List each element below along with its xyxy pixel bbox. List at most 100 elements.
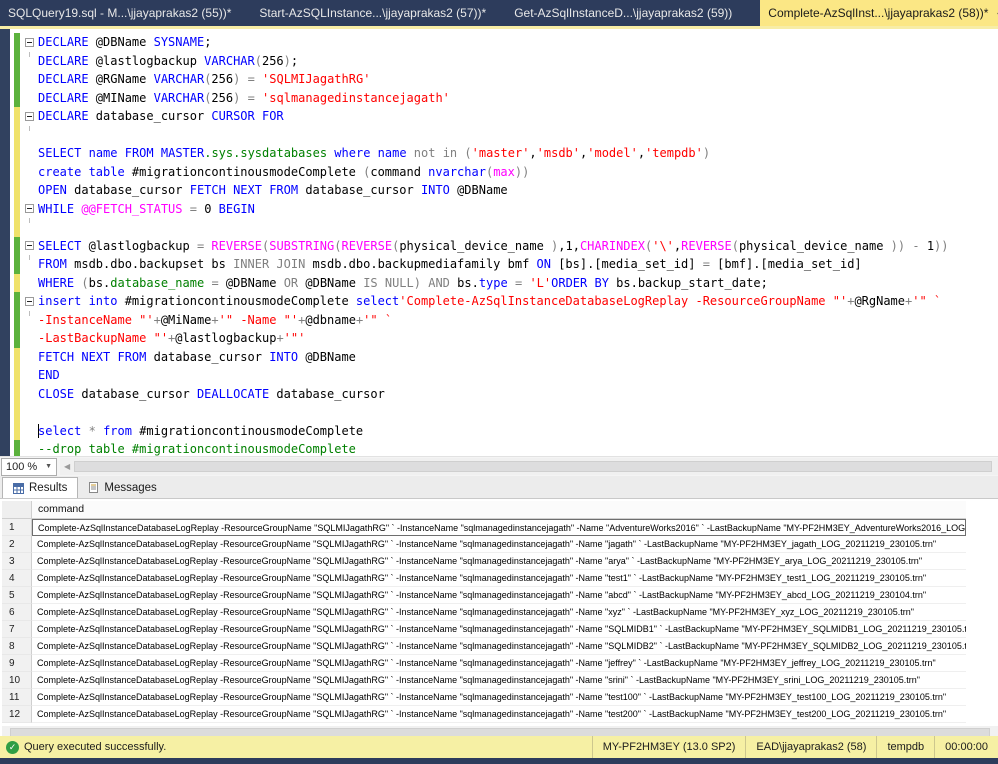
command-cell[interactable]: Complete-AzSqlInstanceDatabaseLogReplay … <box>32 519 966 536</box>
code-line-18[interactable]: FETCH NEXT FROM database_cursor INTO @DB… <box>10 348 998 367</box>
command-cell[interactable]: Complete-AzSqlInstanceDatabaseLogReplay … <box>32 706 966 723</box>
collapse-minus-icon[interactable] <box>25 297 34 306</box>
table-row[interactable]: 9Complete-AzSqlInstanceDatabaseLogReplay… <box>2 655 998 672</box>
code-line-22[interactable]: select * from #migrationcontinousmodeCom… <box>10 422 998 441</box>
command-cell[interactable]: Complete-AzSqlInstanceDatabaseLogReplay … <box>32 553 966 570</box>
code-line-13[interactable]: FROM msdb.dbo.backupset bs INNER JOIN ms… <box>10 255 998 274</box>
grid-horizontal-scrollbar[interactable] <box>2 726 998 736</box>
document-tab-label: Complete-AzSqlInst...\jjayaprakas2 (58))… <box>768 6 988 20</box>
table-row[interactable]: 11Complete-AzSqlInstanceDatabaseLogRepla… <box>2 689 998 706</box>
command-cell[interactable]: Complete-AzSqlInstanceDatabaseLogReplay … <box>32 587 966 604</box>
code-line-4[interactable]: DECLARE @MIName VARCHAR(256) = 'sqlmanag… <box>10 89 998 108</box>
code-line-9[interactable]: OPEN database_cursor FETCH NEXT FROM dat… <box>10 181 998 200</box>
scroll-left-icon[interactable]: ◀ <box>60 462 74 471</box>
sql-editor[interactable]: DECLARE @DBName SYSNAME;DECLARE @lastlog… <box>0 29 998 456</box>
document-tab-3[interactable]: Get-AzSqlInstanceD...\jjayaprakas2 (59)) <box>514 0 732 26</box>
row-number[interactable]: 11 <box>2 689 32 706</box>
code-line-5[interactable]: DECLARE database_cursor CURSOR FOR <box>10 107 998 126</box>
collapse-minus-icon[interactable] <box>25 241 34 250</box>
code-line-19[interactable]: END <box>10 366 998 385</box>
table-row[interactable]: 5Complete-AzSqlInstanceDatabaseLogReplay… <box>2 587 998 604</box>
document-tab-label: Get-AzSqlInstanceD...\jjayaprakas2 (59)) <box>514 6 732 20</box>
command-cell[interactable]: Complete-AzSqlInstanceDatabaseLogReplay … <box>32 570 966 587</box>
row-number[interactable]: 3 <box>2 553 32 570</box>
code-line-6[interactable] <box>10 126 998 145</box>
command-cell[interactable]: Complete-AzSqlInstanceDatabaseLogReplay … <box>32 672 966 689</box>
success-check-icon: ✓ <box>6 741 19 754</box>
table-row[interactable]: 6Complete-AzSqlInstanceDatabaseLogReplay… <box>2 604 998 621</box>
code-line-7[interactable]: SELECT name FROM MASTER.sys.sysdatabases… <box>10 144 998 163</box>
tab-messages-label: Messages <box>104 482 156 494</box>
code-line-15[interactable]: insert into #migrationcontinousmodeCompl… <box>10 292 998 311</box>
collapse-minus-icon[interactable] <box>25 204 34 213</box>
code-line-3[interactable]: DECLARE @RGName VARCHAR(256) = 'SQLMIJag… <box>10 70 998 89</box>
ssms-window: SQLQuery19.sql - M...\jjayaprakas2 (55))… <box>0 0 998 764</box>
code-line-14[interactable]: WHERE (bs.database_name = @DBName OR @DB… <box>10 274 998 293</box>
code-line-16[interactable]: -InstanceName "'+@MiName+'" -Name "'+@db… <box>10 311 998 330</box>
code-line-1[interactable]: DECLARE @DBName SYSNAME; <box>10 33 998 52</box>
code-line-11[interactable] <box>10 218 998 237</box>
table-row[interactable]: 12Complete-AzSqlInstanceDatabaseLogRepla… <box>2 706 998 723</box>
fold-margin <box>20 297 38 306</box>
row-number[interactable]: 12 <box>2 706 32 723</box>
code-text: WHERE (bs.database_name = @DBName OR @DB… <box>38 274 768 293</box>
table-row[interactable]: 3Complete-AzSqlInstanceDatabaseLogReplay… <box>2 553 998 570</box>
chevron-down-icon: ▼ <box>45 463 52 470</box>
command-cell[interactable]: Complete-AzSqlInstanceDatabaseLogReplay … <box>32 655 966 672</box>
command-cell[interactable]: Complete-AzSqlInstanceDatabaseLogReplay … <box>32 621 966 638</box>
status-message: Query executed successfully. <box>24 741 166 753</box>
code-line-23[interactable]: --drop table #migrationcontinousmodeComp… <box>10 440 998 456</box>
collapse-minus-icon[interactable] <box>25 38 34 47</box>
code-line-21[interactable] <box>10 403 998 422</box>
table-row[interactable]: 8Complete-AzSqlInstanceDatabaseLogReplay… <box>2 638 998 655</box>
document-tab-2[interactable]: Start-AzSQLInstance...\jjayaprakas2 (57)… <box>259 0 486 26</box>
scrollbar-thumb[interactable] <box>74 461 992 472</box>
command-cell[interactable]: Complete-AzSqlInstanceDatabaseLogReplay … <box>32 536 966 553</box>
row-number[interactable]: 1 <box>2 519 32 536</box>
code-text: OPEN database_cursor FETCH NEXT FROM dat… <box>38 181 508 200</box>
command-cell[interactable]: Complete-AzSqlInstanceDatabaseLogReplay … <box>32 638 966 655</box>
change-tracking-bar <box>14 311 20 330</box>
code-line-10[interactable]: WHILE @@FETCH_STATUS = 0 BEGIN <box>10 200 998 219</box>
table-row[interactable]: 1Complete-AzSqlInstanceDatabaseLogReplay… <box>2 519 998 536</box>
row-number[interactable]: 10 <box>2 672 32 689</box>
status-elapsed-time: 00:00:00 <box>934 736 998 758</box>
row-number[interactable]: 6 <box>2 604 32 621</box>
editor-zoom-dropdown[interactable]: 100 % ▼ <box>1 458 57 476</box>
results-grid: command 1Complete-AzSqlInstanceDatabaseL… <box>0 498 998 736</box>
row-number[interactable]: 4 <box>2 570 32 587</box>
tab-messages[interactable]: Messages <box>78 477 166 498</box>
row-number[interactable]: 5 <box>2 587 32 604</box>
command-cell[interactable]: Complete-AzSqlInstanceDatabaseLogReplay … <box>32 689 966 706</box>
command-cell[interactable]: Complete-AzSqlInstanceDatabaseLogReplay … <box>32 604 966 621</box>
code-line-20[interactable]: CLOSE database_cursor DEALLOCATE databas… <box>10 385 998 404</box>
code-line-12[interactable]: SELECT @lastlogbackup = REVERSE(SUBSTRIN… <box>10 237 998 256</box>
row-number[interactable]: 8 <box>2 638 32 655</box>
code-text: FETCH NEXT FROM database_cursor INTO @DB… <box>38 348 356 367</box>
code-line-17[interactable]: -LastBackupName "'+@lastlogbackup+'"' <box>10 329 998 348</box>
code-text: DECLARE @lastlogbackup VARCHAR(256); <box>38 52 298 71</box>
tab-results[interactable]: Results <box>2 477 78 498</box>
row-number[interactable]: 2 <box>2 536 32 553</box>
grid-corner-cell[interactable] <box>2 501 32 519</box>
document-tab-1[interactable]: SQLQuery19.sql - M...\jjayaprakas2 (55))… <box>8 0 231 26</box>
table-row[interactable]: 10Complete-AzSqlInstanceDatabaseLogRepla… <box>2 672 998 689</box>
change-tracking-bar <box>14 274 20 293</box>
document-tab-4[interactable]: Complete-AzSqlInst...\jjayaprakas2 (58))… <box>760 0 998 26</box>
grid-scrollbar-thumb[interactable] <box>10 728 990 736</box>
table-row[interactable]: 2Complete-AzSqlInstanceDatabaseLogReplay… <box>2 536 998 553</box>
code-line-8[interactable]: create table #migrationcontinousmodeComp… <box>10 163 998 182</box>
fold-margin <box>20 241 38 250</box>
change-tracking-bar <box>14 422 20 441</box>
code-text: -InstanceName "'+@MiName+'" -Name "'+@db… <box>38 311 392 330</box>
row-number[interactable]: 7 <box>2 621 32 638</box>
collapse-minus-icon[interactable] <box>25 112 34 121</box>
row-number[interactable]: 9 <box>2 655 32 672</box>
table-row[interactable]: 4Complete-AzSqlInstanceDatabaseLogReplay… <box>2 570 998 587</box>
code-line-2[interactable]: DECLARE @lastlogbackup VARCHAR(256); <box>10 52 998 71</box>
column-header-command[interactable]: command <box>32 501 966 519</box>
change-tracking-bar <box>14 403 20 422</box>
status-bar: ✓ Query executed successfully. MY-PF2HM3… <box>0 736 998 758</box>
editor-horizontal-scrollbar[interactable]: ◀ <box>60 458 998 475</box>
table-row[interactable]: 7Complete-AzSqlInstanceDatabaseLogReplay… <box>2 621 998 638</box>
